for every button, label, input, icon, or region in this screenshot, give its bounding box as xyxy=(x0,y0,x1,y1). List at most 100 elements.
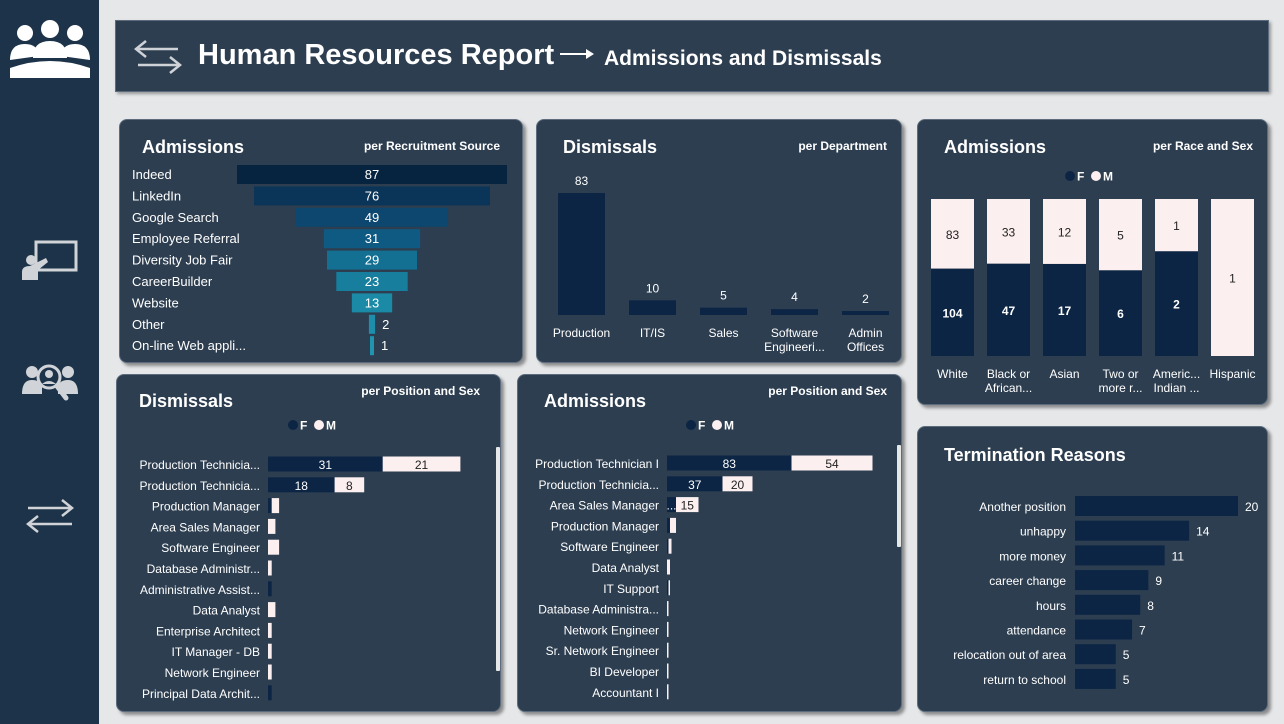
bar-segment-f xyxy=(667,517,670,533)
category-label: Production Technicia... xyxy=(139,458,260,472)
data-label-f: 5 xyxy=(1117,229,1124,243)
legend-marker-m xyxy=(1091,171,1101,181)
category-label: IT Support xyxy=(603,582,659,596)
category-label: On-line Web appli... xyxy=(132,338,246,353)
data-label-f: 37 xyxy=(688,478,702,492)
data-label: 29 xyxy=(365,253,379,268)
bar-segment-m xyxy=(667,559,670,575)
bar-segment-m xyxy=(668,538,672,554)
data-label-f: ... xyxy=(666,499,676,513)
team-icon[interactable] xyxy=(0,20,99,82)
category-label: Software xyxy=(771,326,819,340)
category-label: Production Technicia... xyxy=(538,478,659,492)
admissions-position-chart: F M Production Technician I 83 54 Production … xyxy=(535,419,873,700)
data-label: 9 xyxy=(1155,574,1162,588)
bar xyxy=(1075,644,1116,665)
page-title: Human Resources Report xyxy=(198,39,555,71)
swap-arrows-icon[interactable] xyxy=(134,39,182,75)
legend-label: M xyxy=(326,419,336,433)
category-label: Database Administra... xyxy=(538,603,659,617)
category-label: Sales xyxy=(708,326,738,340)
bar-segment-m xyxy=(667,684,669,700)
people-search-icon[interactable] xyxy=(0,360,99,404)
bar xyxy=(1075,545,1165,566)
race-sex-card: Admissions per Race and Sex F M 83 104 White… xyxy=(917,119,1268,405)
category-label: more r... xyxy=(1098,381,1142,395)
category-label: Production Technician I xyxy=(535,457,659,471)
bar-segment-m xyxy=(667,621,669,637)
category-label: White xyxy=(937,367,968,381)
recruitment-source-card: Admissions per Recruitment Source Indeed… xyxy=(119,119,523,363)
legend-label: F xyxy=(698,419,705,433)
category-label: Administrative Assist... xyxy=(140,583,260,597)
legend-label: F xyxy=(1077,170,1084,184)
category-label: Admin xyxy=(848,326,882,340)
data-label: 11 xyxy=(1172,549,1185,563)
data-label-m: 20 xyxy=(731,478,745,492)
bar-segment-f xyxy=(268,685,272,701)
data-label-m: 21 xyxy=(415,458,429,472)
category-label: attendance xyxy=(1007,624,1067,638)
category-label: Google Search xyxy=(132,210,219,225)
category-label: Indian ... xyxy=(1153,381,1199,395)
bar-segment-m xyxy=(667,601,669,617)
category-label: return to school xyxy=(983,673,1066,687)
bar-segment-f xyxy=(667,580,669,596)
data-label-f: 31 xyxy=(319,458,333,472)
bar xyxy=(1075,520,1190,541)
category-label: Production Technicia... xyxy=(139,479,260,493)
category-label: Employee Referral xyxy=(132,231,240,246)
data-label: 87 xyxy=(365,167,379,182)
legend-marker-m xyxy=(712,420,722,430)
category-label: Black or xyxy=(987,367,1030,381)
arrow-right-icon xyxy=(560,49,594,59)
data-label: 5 xyxy=(1123,673,1130,687)
bar-segment-m xyxy=(667,642,669,658)
data-label-f: 83 xyxy=(723,457,737,471)
scrollbar[interactable] xyxy=(897,445,901,547)
data-label: 10 xyxy=(646,281,660,295)
funnel-bar xyxy=(368,314,376,334)
legend-label: M xyxy=(1103,170,1113,184)
legend-label: M xyxy=(724,419,734,433)
category-label: Production Manager xyxy=(152,500,260,514)
category-label: Software Engineer xyxy=(560,540,659,554)
data-label: 1 xyxy=(381,338,388,353)
data-label: 83 xyxy=(575,174,589,188)
bar-segment-m xyxy=(268,643,272,659)
data-label-f: 1 xyxy=(1229,272,1236,286)
swap-arrows-icon[interactable] xyxy=(0,496,99,536)
category-label: BI Developer xyxy=(590,665,659,679)
category-label: career change xyxy=(989,574,1066,588)
data-label-m: 8 xyxy=(346,479,353,493)
bar xyxy=(1075,570,1149,591)
scrollbar[interactable] xyxy=(496,447,500,671)
bar-segment-m xyxy=(268,602,276,618)
category-label: Hispanic xyxy=(1209,367,1255,381)
presentation-icon[interactable] xyxy=(0,240,99,282)
category-label: Asian xyxy=(1049,367,1079,381)
category-label: Production xyxy=(553,326,610,340)
category-label: Diversity Job Fair xyxy=(132,253,233,268)
column-bar xyxy=(771,309,818,315)
column-bar xyxy=(629,300,676,315)
data-label-f: 33 xyxy=(1002,225,1016,239)
dismissals-position-chart: F M Production Technicia... 31 21 Production … xyxy=(139,419,461,701)
bar-segment-m xyxy=(268,518,276,534)
category-label: Sr. Network Engineer xyxy=(546,644,659,658)
column-bar xyxy=(558,193,605,315)
data-label-m: 54 xyxy=(825,457,839,471)
category-label: LinkedIn xyxy=(132,188,181,203)
category-label: Another position xyxy=(979,500,1066,514)
category-label: Indeed xyxy=(132,167,172,182)
category-label: Enterprise Architect xyxy=(156,624,261,638)
category-label: Database Administr... xyxy=(147,562,260,576)
recruitment-funnel-chart: Indeed 87 LinkedIn 76 Google Search 49 Employe… xyxy=(132,165,507,356)
category-label: IT Manager - DB xyxy=(172,645,260,659)
data-label-f: 18 xyxy=(295,479,309,493)
category-label: IT/IS xyxy=(640,326,665,340)
dismissals-position-card: Dismissals per Position and Sex F M Produc… xyxy=(116,374,501,712)
data-label-f: 83 xyxy=(946,228,960,242)
bar-segment-m xyxy=(268,622,272,638)
data-label: 20 xyxy=(1245,500,1259,514)
